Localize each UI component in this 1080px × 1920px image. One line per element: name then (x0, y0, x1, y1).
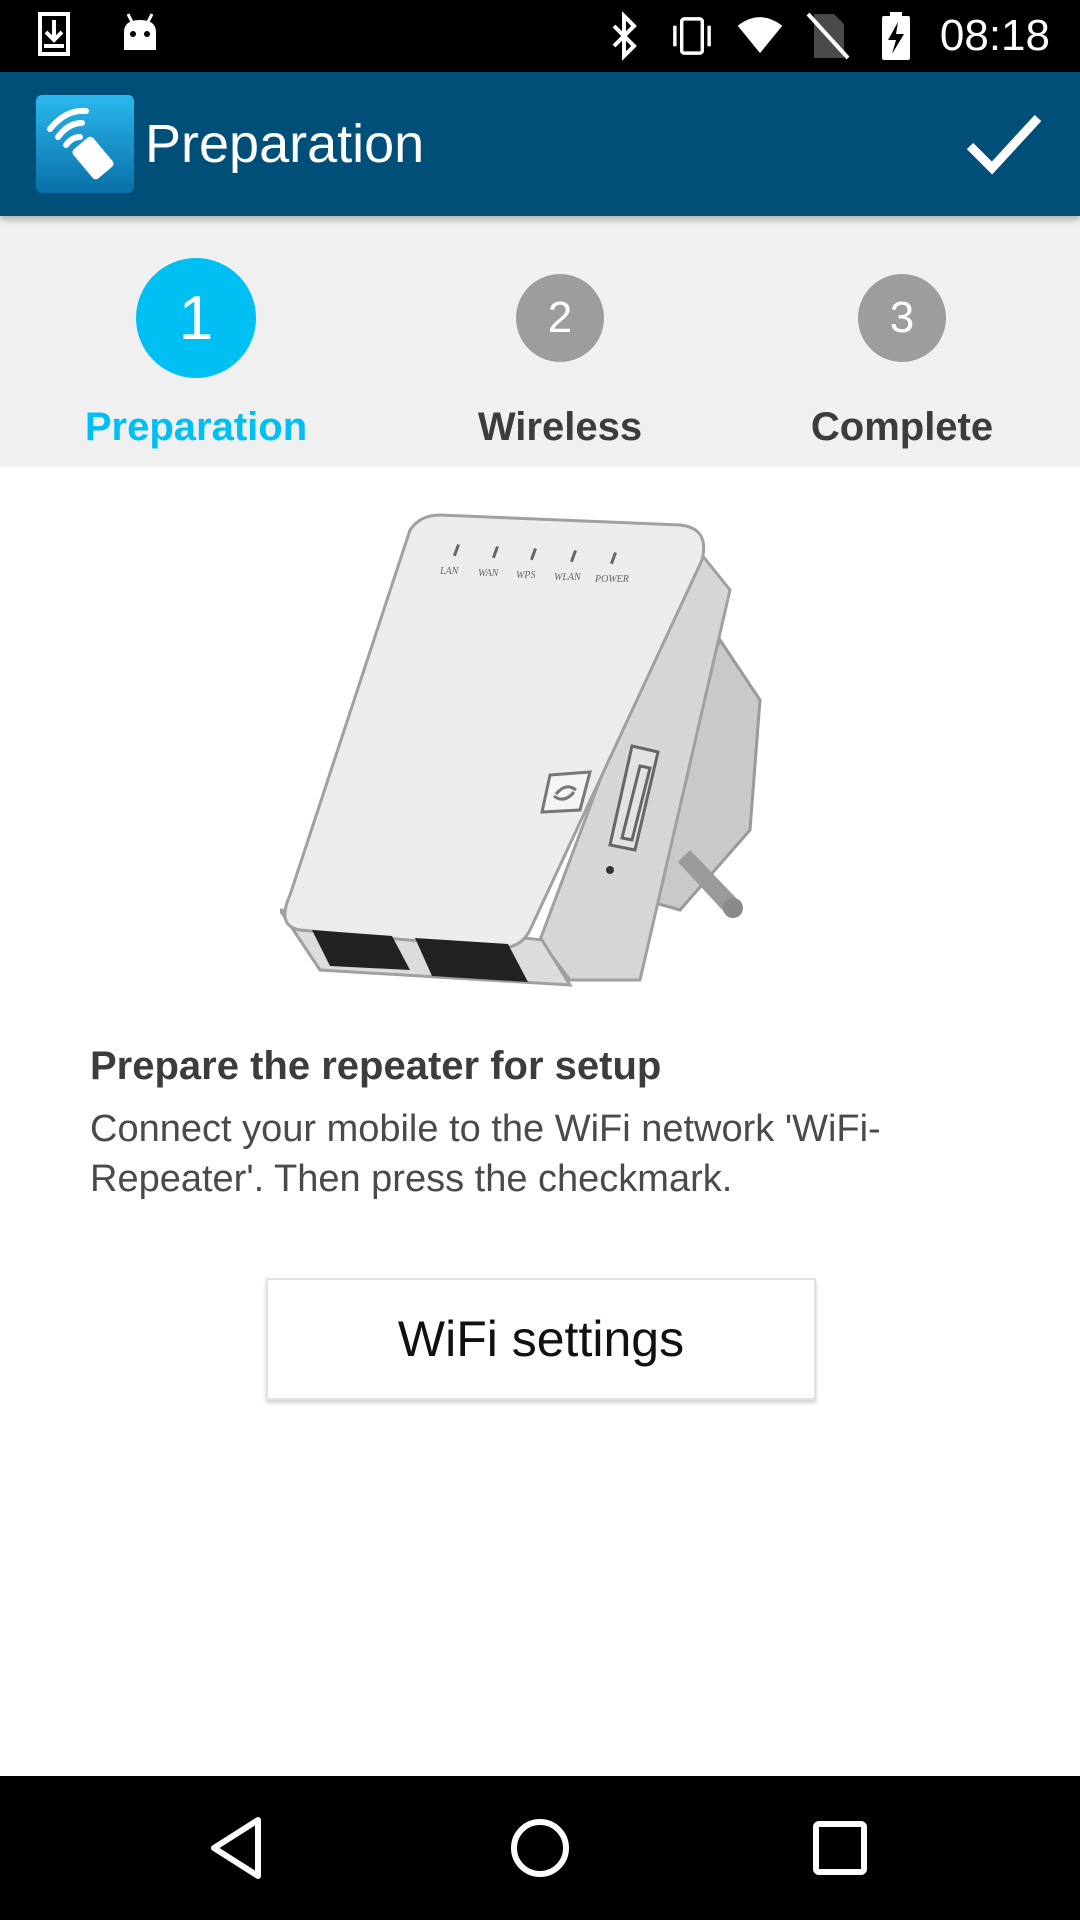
step-number: 3 (858, 274, 946, 362)
step-label: Wireless (477, 405, 643, 449)
page-title: Preparation (145, 114, 425, 174)
vibrate-icon (673, 17, 711, 55)
battery-charging-icon (881, 12, 910, 60)
repeater-illustration: LAN WAN WPS WLAN POWER (280, 513, 762, 987)
wifi-settings-button[interactable]: WiFi settings (266, 1278, 816, 1400)
download-icon (38, 12, 70, 56)
wifi-icon (737, 17, 783, 54)
step-number: 2 (516, 274, 604, 362)
recents-icon[interactable] (804, 1812, 876, 1884)
app-logo-icon (36, 95, 134, 193)
instruction-text: Connect your mobile to the WiFi network … (90, 1108, 881, 1200)
instruction-heading: Prepare the repeater for setup (90, 1044, 662, 1088)
step-label: Complete (810, 405, 994, 449)
app-bar: Preparation (0, 72, 1080, 216)
bluetooth-icon (612, 11, 637, 61)
step-label: Preparation (84, 405, 308, 449)
led-label-wan: WAN (478, 568, 500, 579)
navigation-bar (0, 1776, 1080, 1920)
led-label-wps: WPS (516, 570, 535, 581)
home-icon[interactable] (504, 1812, 576, 1884)
step-preparation: 1 Preparation (16, 216, 376, 449)
status-bar: 08:18 (0, 0, 1080, 72)
no-sim-icon (806, 12, 850, 60)
step-complete: 3 Complete (722, 216, 1080, 449)
step-indicator: 1 Preparation 2 Wireless 3 Complete (0, 216, 1080, 467)
wifi-settings-label: WiFi settings (397, 1311, 685, 1367)
led-label-lan: LAN (439, 566, 460, 577)
led-label-wlan: WLAN (554, 572, 582, 583)
clock: 08:18 (939, 11, 1050, 60)
back-icon[interactable] (204, 1812, 276, 1884)
led-label-power: POWER (594, 574, 629, 585)
checkmark-icon[interactable] (964, 108, 1044, 180)
android-icon (124, 13, 156, 50)
step-number: 1 (136, 258, 256, 378)
step-wireless: 2 Wireless (380, 216, 740, 449)
